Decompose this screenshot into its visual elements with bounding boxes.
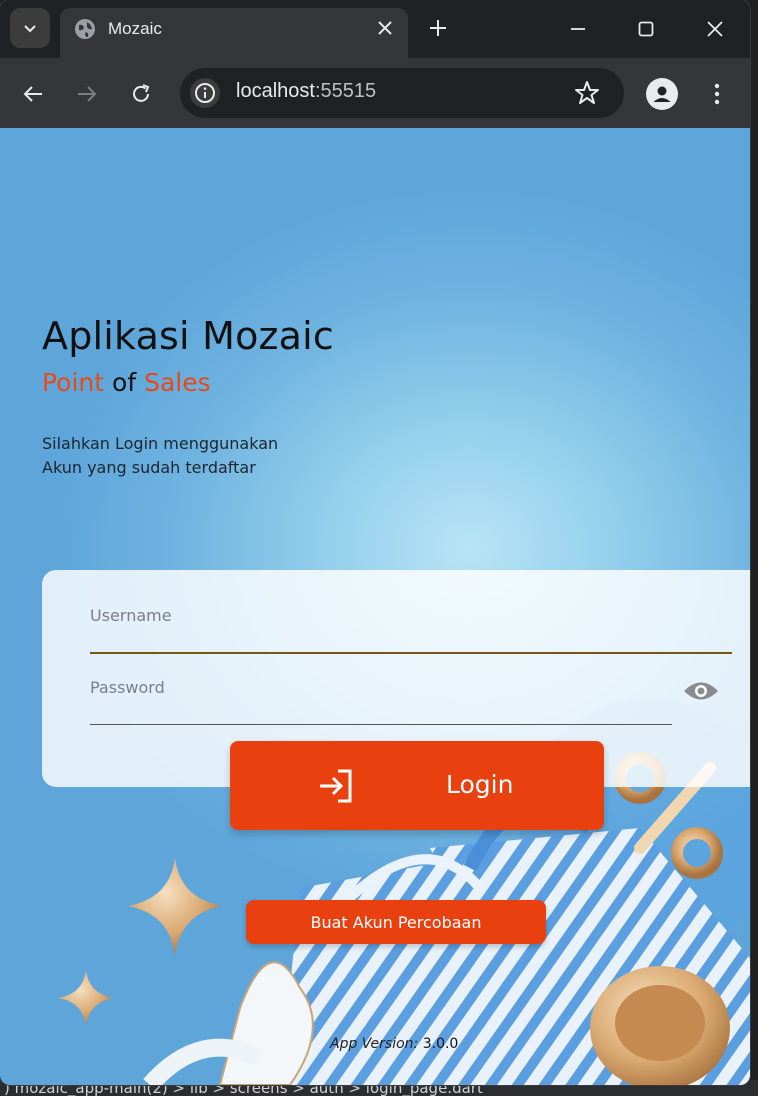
login-button-label: Login [446, 770, 514, 799]
password-field[interactable]: Password [90, 678, 672, 725]
info-icon [195, 83, 215, 103]
back-icon [23, 86, 42, 102]
url-port: :55515 [314, 80, 377, 102]
forward-icon [78, 86, 97, 102]
description-line-2: Akun yang sudah terdaftar [42, 458, 256, 477]
tab-search-button[interactable] [10, 8, 50, 48]
chevron-down-icon [24, 25, 36, 33]
app-subtitle: Point of Sales [42, 368, 211, 397]
reload-icon [133, 84, 150, 102]
reload-button[interactable] [125, 78, 157, 110]
eye-icon [684, 682, 718, 700]
tab-mozaic[interactable]: Mozaic [60, 8, 408, 58]
maximize-icon [638, 21, 654, 37]
background-editor-strip [750, 0, 758, 1096]
back-button[interactable] [17, 78, 49, 110]
new-tab-button[interactable] [424, 14, 452, 42]
maximize-button[interactable] [626, 12, 666, 46]
login-icon [320, 769, 352, 803]
username-label: Username [90, 606, 172, 625]
login-description: Silahkan Login menggunakan Akun yang sud… [42, 432, 362, 480]
browser-toolbar: localhost:55515 [0, 58, 750, 128]
subtitle-point: Point [42, 368, 105, 397]
close-icon [707, 21, 723, 37]
url-host: localhost [236, 80, 315, 102]
subtitle-of: of [104, 368, 145, 397]
username-field[interactable]: Username [90, 606, 732, 654]
toggle-password-visibility[interactable] [682, 674, 720, 708]
minimize-icon [571, 28, 585, 30]
version-label: App Version: [330, 1036, 419, 1052]
url-text: localhost:55515 [236, 80, 376, 103]
app-title: Aplikasi Mozaic [42, 314, 335, 358]
close-window-button[interactable] [695, 12, 735, 46]
kebab-menu-icon [714, 83, 720, 105]
forward-button[interactable] [71, 78, 103, 110]
star-icon[interactable] [574, 80, 600, 106]
tab-strip: Mozaic [0, 0, 750, 58]
login-page: Aplikasi Mozaic Point of Sales Silahkan … [0, 128, 750, 1085]
address-bar[interactable]: localhost:55515 [180, 68, 624, 118]
subtitle-sales: Sales [144, 368, 211, 397]
browser-window: Mozaic localhost:55515 Aplikasi Mozaic P… [0, 0, 750, 1085]
minimize-button[interactable] [558, 12, 598, 46]
site-info-button[interactable] [190, 78, 220, 108]
login-button[interactable]: Login [230, 741, 604, 830]
create-trial-account-button[interactable]: Buat Akun Percobaan [246, 900, 546, 944]
tab-title: Mozaic [108, 19, 162, 38]
globe-icon [75, 19, 95, 39]
close-icon [378, 21, 392, 35]
description-line-1: Silahkan Login menggunakan [42, 434, 279, 453]
menu-button[interactable] [702, 78, 732, 110]
version-value: 3.0.0 [418, 1036, 459, 1052]
plus-icon [430, 20, 446, 36]
app-version: App Version: 3.0.0 [330, 1036, 458, 1052]
profile-icon [653, 86, 671, 102]
tab-close-button[interactable] [373, 16, 397, 40]
password-label: Password [90, 678, 165, 697]
profile-button[interactable] [646, 78, 678, 110]
